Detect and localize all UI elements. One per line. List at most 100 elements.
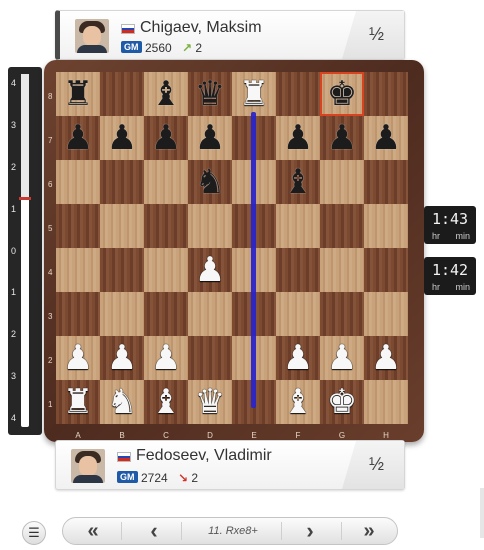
square-c2[interactable]: ♟ [144, 336, 188, 380]
white-bishop-icon[interactable]: ♝ [144, 380, 188, 424]
square-h8[interactable] [364, 72, 408, 116]
square-b2[interactable]: ♟ [100, 336, 144, 380]
square-c7[interactable]: ♟ [144, 116, 188, 160]
white-pawn-icon[interactable]: ♟ [144, 336, 188, 380]
square-f1[interactable]: ♝ [276, 380, 320, 424]
next-move-button[interactable]: › [285, 518, 335, 544]
square-g3[interactable] [320, 292, 364, 336]
square-f8[interactable] [276, 72, 320, 116]
chess-board[interactable]: ♜ ♝ ♛ ♜ ♚ ♟ ♟ ♟ ♟ ♟ ♟ ♟ ♞ ♝ ♟ ♟ ♟ ♟ ♟ ♟ ♟ ♜ ♞ ♝ ♛ ♝ ♚ [56, 72, 408, 424]
square-g6[interactable] [320, 160, 364, 204]
square-b1[interactable]: ♞ [100, 380, 144, 424]
square-b4[interactable] [100, 248, 144, 292]
black-pawn-icon[interactable]: ♟ [276, 116, 320, 160]
first-move-button[interactable]: « [73, 518, 113, 544]
square-a5[interactable] [56, 204, 100, 248]
last-move-button[interactable]: » [349, 518, 389, 544]
square-f5[interactable] [276, 204, 320, 248]
white-pawn-icon[interactable]: ♟ [276, 336, 320, 380]
black-knight-icon[interactable]: ♞ [188, 160, 232, 204]
square-c3[interactable] [144, 292, 188, 336]
white-pawn-icon[interactable]: ♟ [320, 336, 364, 380]
square-g5[interactable] [320, 204, 364, 248]
square-h5[interactable] [364, 204, 408, 248]
white-pawn-icon[interactable]: ♟ [364, 336, 408, 380]
black-rook-icon[interactable]: ♜ [56, 72, 100, 116]
black-pawn-icon[interactable]: ♟ [56, 116, 100, 160]
square-f3[interactable] [276, 292, 320, 336]
square-b7[interactable]: ♟ [100, 116, 144, 160]
black-pawn-icon[interactable]: ♟ [364, 116, 408, 160]
white-knight-icon[interactable]: ♞ [100, 380, 144, 424]
square-b8[interactable] [100, 72, 144, 116]
white-king-icon[interactable]: ♚ [320, 380, 364, 424]
square-a4[interactable] [56, 248, 100, 292]
black-pawn-icon[interactable]: ♟ [188, 116, 232, 160]
square-a8[interactable]: ♜ [56, 72, 100, 116]
scrollbar[interactable] [480, 488, 484, 538]
evaluation-track [19, 74, 31, 427]
avatar[interactable] [71, 449, 105, 483]
black-bishop-icon[interactable]: ♝ [276, 160, 320, 204]
square-a1[interactable]: ♜ [56, 380, 100, 424]
square-f7[interactable]: ♟ [276, 116, 320, 160]
avatar[interactable] [75, 19, 109, 53]
menu-button[interactable]: ☰ [22, 521, 46, 545]
black-pawn-icon[interactable]: ♟ [100, 116, 144, 160]
square-c8[interactable]: ♝ [144, 72, 188, 116]
square-f4[interactable] [276, 248, 320, 292]
white-pawn-icon[interactable]: ♟ [100, 336, 144, 380]
top-player-name[interactable]: Chigaev, Maksim [140, 19, 262, 37]
current-move[interactable]: 11. Rxe8+ [185, 518, 281, 544]
square-g1[interactable]: ♚ [320, 380, 364, 424]
square-g8[interactable]: ♚ [320, 72, 364, 116]
square-e8[interactable]: ♜ [232, 72, 276, 116]
square-b6[interactable] [100, 160, 144, 204]
square-g4[interactable] [320, 248, 364, 292]
hr-label: hr [432, 282, 441, 292]
white-pawn-icon[interactable]: ♟ [56, 336, 100, 380]
square-c4[interactable] [144, 248, 188, 292]
square-a7[interactable]: ♟ [56, 116, 100, 160]
black-bishop-icon[interactable]: ♝ [144, 72, 188, 116]
black-king-icon[interactable]: ♚ [320, 72, 364, 116]
square-h1[interactable] [364, 380, 408, 424]
previous-move-button[interactable]: ‹ [129, 518, 179, 544]
square-d4[interactable]: ♟ [188, 248, 232, 292]
evaluation-fill [21, 74, 29, 197]
square-h2[interactable]: ♟ [364, 336, 408, 380]
eval-tick-label: 1 [11, 203, 17, 214]
white-queen-icon[interactable]: ♛ [188, 380, 232, 424]
square-a6[interactable] [56, 160, 100, 204]
square-d3[interactable] [188, 292, 232, 336]
square-c1[interactable]: ♝ [144, 380, 188, 424]
square-g2[interactable]: ♟ [320, 336, 364, 380]
square-h6[interactable] [364, 160, 408, 204]
square-d7[interactable]: ♟ [188, 116, 232, 160]
black-pawn-icon[interactable]: ♟ [320, 116, 364, 160]
square-h7[interactable]: ♟ [364, 116, 408, 160]
square-h4[interactable] [364, 248, 408, 292]
black-pawn-icon[interactable]: ♟ [144, 116, 188, 160]
square-d8[interactable]: ♛ [188, 72, 232, 116]
square-c5[interactable] [144, 204, 188, 248]
square-d1[interactable]: ♛ [188, 380, 232, 424]
square-b3[interactable] [100, 292, 144, 336]
square-d5[interactable] [188, 204, 232, 248]
square-a3[interactable] [56, 292, 100, 336]
white-pawn-icon[interactable]: ♟ [188, 248, 232, 292]
square-b5[interactable] [100, 204, 144, 248]
square-g7[interactable]: ♟ [320, 116, 364, 160]
black-queen-icon[interactable]: ♛ [188, 72, 232, 116]
white-bishop-icon[interactable]: ♝ [276, 380, 320, 424]
square-d6[interactable]: ♞ [188, 160, 232, 204]
white-rook-icon[interactable]: ♜ [56, 380, 100, 424]
square-a2[interactable]: ♟ [56, 336, 100, 380]
bottom-player-name[interactable]: Fedoseev, Vladimir [136, 447, 272, 465]
square-c6[interactable] [144, 160, 188, 204]
square-h3[interactable] [364, 292, 408, 336]
square-f2[interactable]: ♟ [276, 336, 320, 380]
square-d2[interactable] [188, 336, 232, 380]
white-rook-icon[interactable]: ♜ [232, 72, 276, 116]
square-f6[interactable]: ♝ [276, 160, 320, 204]
